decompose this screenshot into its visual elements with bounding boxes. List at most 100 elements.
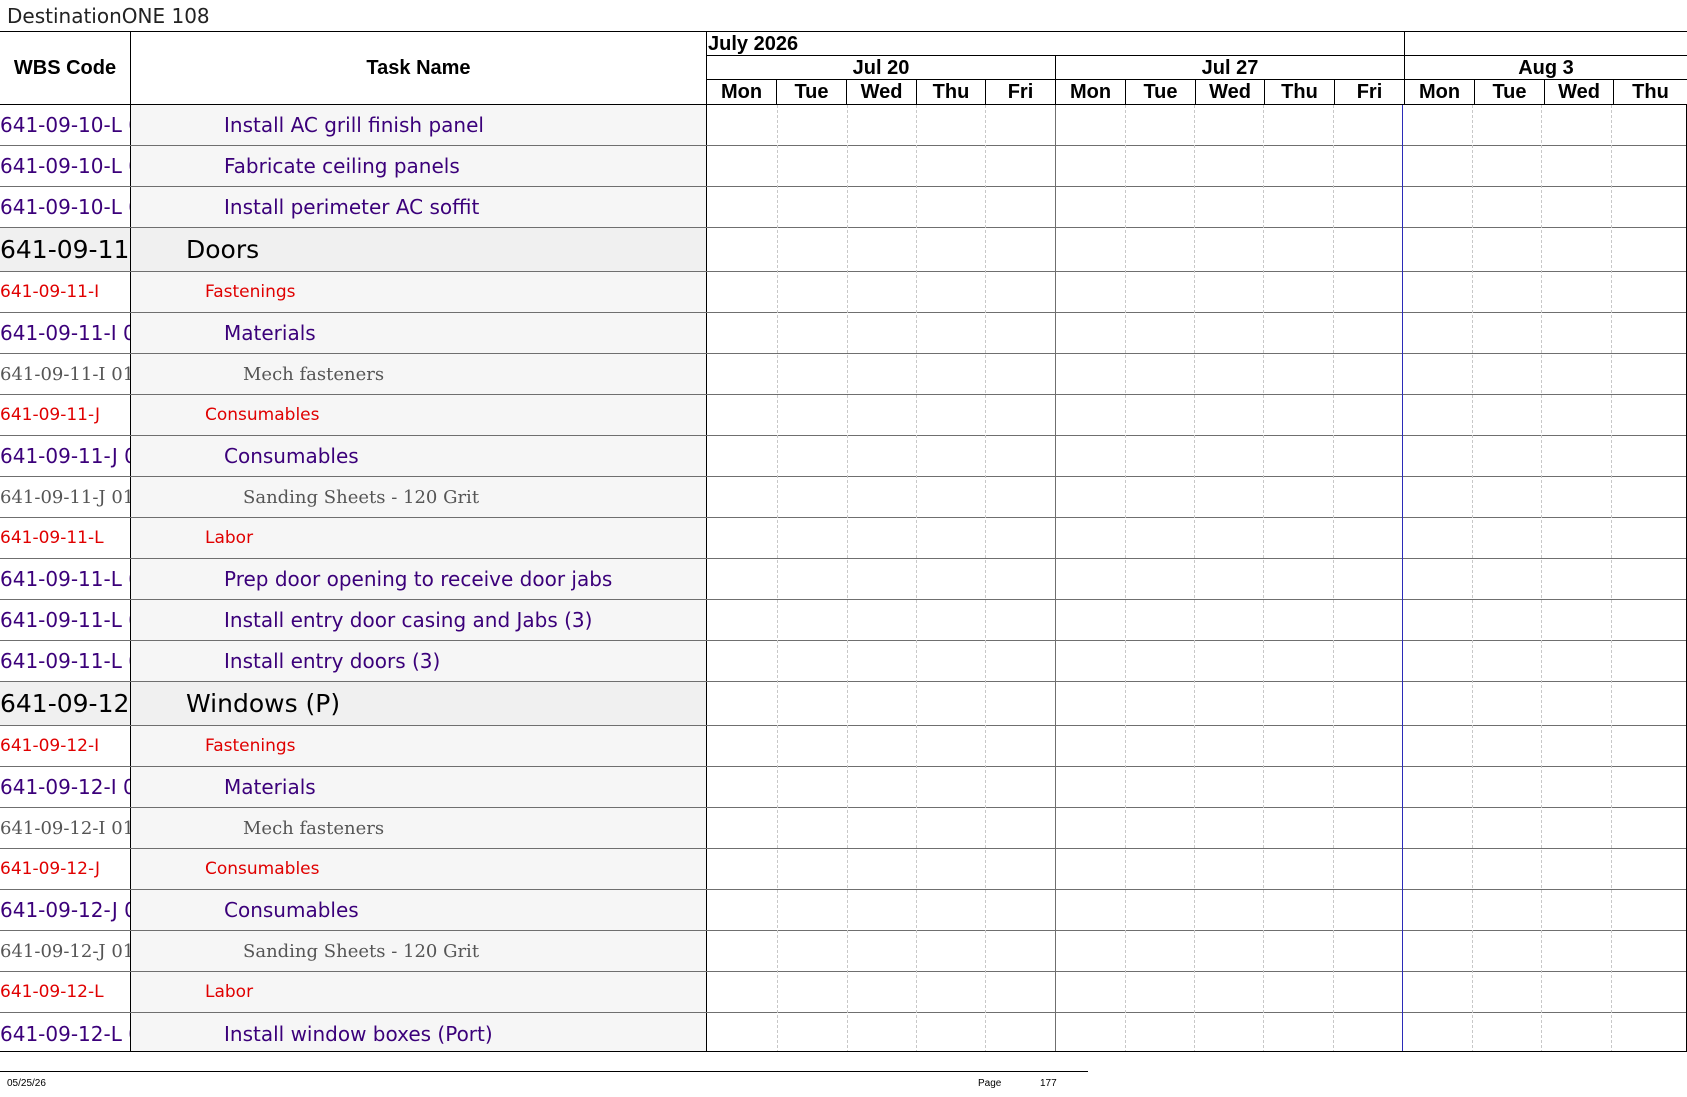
gantt-row[interactable] (707, 641, 1687, 682)
table-row[interactable]: 641-09-12-J 0 Consumables (0, 890, 707, 931)
day-header: Mon (707, 80, 777, 104)
table-row[interactable]: 641-09-11-J 0 Consumables (0, 436, 707, 477)
timeline-header: July 2026 Jul 20 Jul 27 Aug 3 Mon Tue We… (707, 32, 1687, 105)
table-row[interactable]: 641-09-11-L 0 Install entry doors (3) (0, 641, 707, 682)
wbs-code-cell: 641-09-11-I 01- (0, 354, 131, 394)
table-row[interactable]: 641-09-11-J Consumables (0, 395, 707, 436)
task-name-cell: Install entry door casing and Jabs (3) (131, 600, 707, 640)
gantt-row[interactable] (707, 518, 1687, 559)
gantt-row[interactable] (707, 808, 1687, 849)
task-name-label: Materials (224, 775, 316, 799)
table-row[interactable]: 641-09-12-L 0 Install window boxes (Port) (0, 1013, 707, 1051)
task-name-cell: Labor (131, 972, 707, 1012)
table-row[interactable]: 641-09-10-L 0 Install AC grill finish pan… (0, 105, 707, 146)
day-header: Thu (1265, 80, 1335, 104)
gantt-row[interactable] (707, 105, 1687, 146)
task-name-cell: Fastenings (131, 726, 707, 766)
day-header: Thu (1632, 81, 1669, 103)
month-header (1405, 32, 1687, 56)
footer-date: 05/25/26 (7, 1078, 46, 1089)
day-gridline (1472, 105, 1473, 1051)
task-name-label: Install entry door casing and Jabs (3) (224, 608, 593, 632)
table-row[interactable]: 641-09-12-I Fastenings (0, 726, 707, 767)
task-name-label: Consumables (205, 405, 320, 425)
wbs-code-cell: 641-09-12-I 01- (0, 808, 131, 848)
table-row[interactable]: 641-09-11-I Fastenings (0, 272, 707, 313)
gantt-row[interactable] (707, 395, 1687, 436)
gantt-row[interactable] (707, 436, 1687, 477)
task-name-label: Mech fasteners (243, 363, 385, 385)
wbs-code-cell: 641-09-12-L 0 (0, 1013, 131, 1051)
table-row[interactable]: 641-09-12-L Labor (0, 972, 707, 1013)
day-gridline (1611, 105, 1612, 1051)
gantt-row[interactable] (707, 477, 1687, 518)
gantt-row[interactable] (707, 228, 1687, 272)
gantt-row[interactable] (707, 931, 1687, 972)
wbs-code-column-header[interactable]: WBS Code (0, 32, 131, 104)
gantt-row[interactable] (707, 972, 1687, 1013)
task-name-label: Install window boxes (Port) (224, 1021, 493, 1046)
task-name-cell: Materials (131, 767, 707, 807)
table-row[interactable]: 641-09-11-J 01 Sanding Sheets - 120 Grit (0, 477, 707, 518)
gantt-row[interactable] (707, 1013, 1687, 1051)
table-row[interactable]: 641-09-12-J 01 Sanding Sheets - 120 Grit (0, 931, 707, 972)
task-name-label: Consumables (224, 898, 359, 922)
task-name-label: Install AC grill finish panel (224, 113, 484, 137)
table-row[interactable]: 641-09-11-L 0 Prep door opening to receiv… (0, 559, 707, 600)
gantt-row[interactable] (707, 313, 1687, 354)
day-header: Tue (1475, 80, 1545, 104)
table-row[interactable]: 641-09-11-L Labor (0, 518, 707, 559)
wbs-code-cell: 641-09-11-I (0, 272, 131, 312)
gantt-row[interactable] (707, 187, 1687, 228)
table-row[interactable]: 641-09-10-L 0 Fabricate ceiling panels (0, 146, 707, 187)
gantt-row[interactable] (707, 559, 1687, 600)
task-name-label: Install entry doors (3) (224, 649, 441, 673)
wbs-code-cell: 641-09-12-I 0 (0, 767, 131, 807)
task-name-cell: Mech fasteners (131, 808, 707, 848)
table-row[interactable]: 641-09-12-I 01- Mech fasteners (0, 808, 707, 849)
gantt-row[interactable] (707, 146, 1687, 187)
gantt-row[interactable] (707, 726, 1687, 767)
document-title: DestinationONE 108 (7, 4, 210, 28)
task-name-cell: Materials (131, 313, 707, 353)
wbs-code-cell: 641-09-11-L 0 (0, 641, 131, 681)
summary-row[interactable]: 641-09-12 Windows (P) (0, 682, 707, 726)
task-name-cell: Doors (131, 228, 707, 271)
task-name-cell: Sanding Sheets - 120 Grit (131, 477, 707, 517)
day-header: Wed (1545, 80, 1614, 104)
day-gridline (1541, 105, 1542, 1051)
task-name-label: Consumables (205, 859, 320, 879)
gantt-sheet: WBS Code Task Name July 2026 Jul 20 Jul … (0, 31, 1687, 1052)
wbs-code-cell: 641-09-12 (0, 682, 131, 725)
task-name-label: Labor (205, 528, 254, 548)
day-gridline (1125, 105, 1126, 1051)
task-name-cell: Fastenings (131, 272, 707, 312)
day-header: Wed (1196, 80, 1265, 104)
gantt-row[interactable] (707, 890, 1687, 931)
week-header: Aug 3 (1405, 56, 1687, 80)
gantt-row[interactable] (707, 682, 1687, 726)
task-name-column-header[interactable]: Task Name (131, 32, 707, 104)
footer-divider (0, 1071, 1088, 1072)
gantt-row[interactable] (707, 354, 1687, 395)
table-row[interactable]: 641-09-11-I 0 Materials (0, 313, 707, 354)
table-row[interactable]: 641-09-11-I 01- Mech fasteners (0, 354, 707, 395)
gantt-row[interactable] (707, 600, 1687, 641)
table-row[interactable]: 641-09-12-J Consumables (0, 849, 707, 890)
task-name-label: Materials (224, 321, 316, 345)
table-row[interactable]: 641-09-10-L 0 Install perimeter AC soffit (0, 187, 707, 228)
gantt-row[interactable] (707, 767, 1687, 808)
week-gridline (1055, 105, 1056, 1051)
gantt-row[interactable] (707, 849, 1687, 890)
task-name-label: Doors (186, 235, 260, 264)
gantt-row[interactable] (707, 272, 1687, 313)
table-row[interactable]: 641-09-11-L 0 Install entry door casing a… (0, 600, 707, 641)
task-name-label: Fastenings (205, 736, 296, 756)
table-row[interactable]: 641-09-12-I 0 Materials (0, 767, 707, 808)
task-name-label: Sanding Sheets - 120 Grit (243, 940, 480, 962)
task-name-cell: Mech fasteners (131, 354, 707, 394)
task-name-cell: Install window boxes (Port) (131, 1013, 707, 1051)
wbs-code-cell: 641-09-10-L 0 (0, 146, 131, 186)
current-period-line (1402, 105, 1403, 1051)
summary-row[interactable]: 641-09-11 Doors (0, 228, 707, 272)
